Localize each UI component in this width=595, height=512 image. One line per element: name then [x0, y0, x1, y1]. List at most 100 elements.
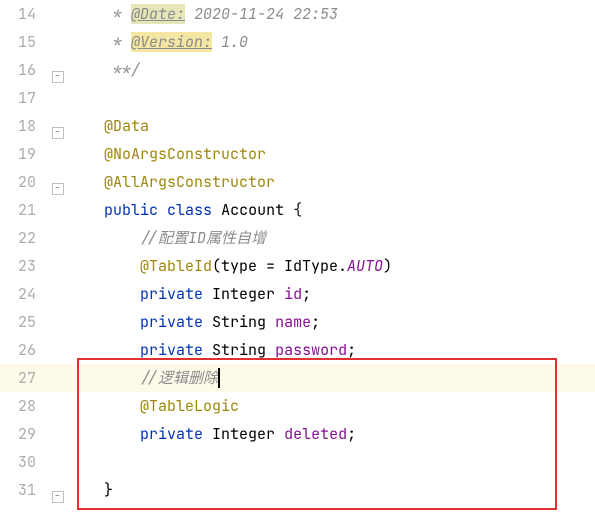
code-line[interactable]: 21 public class Account {: [0, 196, 595, 224]
fold-toggle-icon[interactable]: [52, 183, 64, 195]
line-number: 14: [0, 0, 50, 28]
token: [203, 424, 212, 444]
line-number: 24: [0, 280, 50, 308]
line-number: 19: [0, 140, 50, 168]
line-number: 28: [0, 392, 50, 420]
token: //配置ID属性自增: [140, 228, 266, 248]
token: [68, 60, 113, 80]
token: [68, 480, 104, 500]
code-content[interactable]: }: [68, 476, 595, 504]
line-number: 30: [0, 448, 50, 476]
fold-toggle-icon[interactable]: [52, 491, 64, 503]
code-line[interactable]: 26 private String password;: [0, 336, 595, 364]
token: @NoArgsConstructor: [104, 144, 266, 164]
token: *: [113, 32, 131, 52]
token: *: [113, 4, 131, 24]
token: [212, 200, 221, 220]
token: [266, 312, 275, 332]
token: private: [140, 340, 203, 360]
token: @TableLogic: [140, 396, 239, 416]
token: [68, 256, 140, 276]
token: Account: [221, 200, 284, 220]
token: [68, 340, 140, 360]
token: [68, 4, 113, 24]
token: private: [140, 312, 203, 332]
fold-gutter[interactable]: [50, 476, 68, 504]
code-line[interactable]: 28 @TableLogic: [0, 392, 595, 420]
code-content[interactable]: private Integer id;: [68, 280, 595, 308]
token: ;: [302, 284, 311, 304]
token: ;: [347, 340, 356, 360]
code-content[interactable]: @AllArgsConstructor: [68, 168, 595, 196]
token: [68, 32, 113, 52]
line-number: 21: [0, 196, 50, 224]
code-content[interactable]: private String name;: [68, 308, 595, 336]
line-number: 20: [0, 168, 50, 196]
token: [68, 368, 140, 388]
fold-gutter[interactable]: [50, 112, 68, 140]
code-line[interactable]: 14 * @Date: 2020-11-24 22:53: [0, 0, 595, 28]
fold-toggle-icon[interactable]: [52, 71, 64, 83]
token: [158, 200, 167, 220]
token: [68, 284, 140, 304]
token: Integer: [212, 424, 275, 444]
token: name: [275, 312, 311, 332]
code-line[interactable]: 31 }: [0, 476, 595, 504]
code-line[interactable]: 30: [0, 448, 595, 476]
code-line[interactable]: 17: [0, 84, 595, 112]
fold-toggle-icon[interactable]: [52, 127, 64, 139]
token: [68, 228, 140, 248]
line-number: 31: [0, 476, 50, 504]
line-number: 23: [0, 252, 50, 280]
code-content[interactable]: //逻辑删除: [68, 364, 595, 392]
token: //逻辑删除: [140, 368, 218, 388]
token: String: [212, 340, 266, 360]
code-line[interactable]: 18 @Data: [0, 112, 595, 140]
code-line[interactable]: 25 private String name;: [0, 308, 595, 336]
code-content[interactable]: public class Account {: [68, 196, 595, 224]
code-line[interactable]: 23 @TableId(type = IdType.AUTO): [0, 252, 595, 280]
token: 2020-11-24 22:53: [185, 4, 338, 24]
code-content[interactable]: @Data: [68, 112, 595, 140]
token: [203, 312, 212, 332]
token: [68, 312, 140, 332]
token: Integer: [212, 284, 275, 304]
token: public: [104, 200, 158, 220]
code-line[interactable]: 27 //逻辑删除: [0, 364, 595, 392]
code-line[interactable]: 19 @NoArgsConstructor: [0, 140, 595, 168]
token: **/: [113, 60, 140, 80]
code-content[interactable]: private String password;: [68, 336, 595, 364]
code-content[interactable]: private Integer deleted;: [68, 420, 595, 448]
code-line[interactable]: 15 * @Version: 1.0: [0, 28, 595, 56]
token: ;: [347, 424, 356, 444]
code-line[interactable]: 22 //配置ID属性自增: [0, 224, 595, 252]
token: }: [104, 480, 113, 500]
line-number: 26: [0, 336, 50, 364]
line-number: 25: [0, 308, 50, 336]
token: id: [284, 284, 302, 304]
code-content[interactable]: **/: [68, 56, 595, 84]
code-line[interactable]: 20 @AllArgsConstructor: [0, 168, 595, 196]
fold-gutter[interactable]: [50, 56, 68, 84]
code-content[interactable]: * @Date: 2020-11-24 22:53: [68, 0, 595, 28]
token: [68, 144, 104, 164]
code-content[interactable]: * @Version: 1.0: [68, 28, 595, 56]
token: @TableId: [140, 256, 212, 276]
token: @Data: [104, 116, 149, 136]
code-content[interactable]: @TableLogic: [68, 392, 595, 420]
code-content[interactable]: @TableId(type = IdType.AUTO): [68, 252, 595, 280]
line-number: 18: [0, 112, 50, 140]
token: ;: [311, 312, 320, 332]
token: [68, 424, 140, 444]
token: [68, 200, 104, 220]
token: [203, 284, 212, 304]
code-content[interactable]: //配置ID属性自增: [68, 224, 595, 252]
token: @Version:: [131, 32, 212, 52]
code-line[interactable]: 24 private Integer id;: [0, 280, 595, 308]
code-content[interactable]: @NoArgsConstructor: [68, 140, 595, 168]
code-line[interactable]: 16 **/: [0, 56, 595, 84]
token: {: [284, 200, 302, 220]
code-editor[interactable]: 14 * @Date: 2020-11-24 22:5315 * @Versio…: [0, 0, 595, 504]
code-line[interactable]: 29 private Integer deleted;: [0, 420, 595, 448]
fold-gutter[interactable]: [50, 168, 68, 196]
